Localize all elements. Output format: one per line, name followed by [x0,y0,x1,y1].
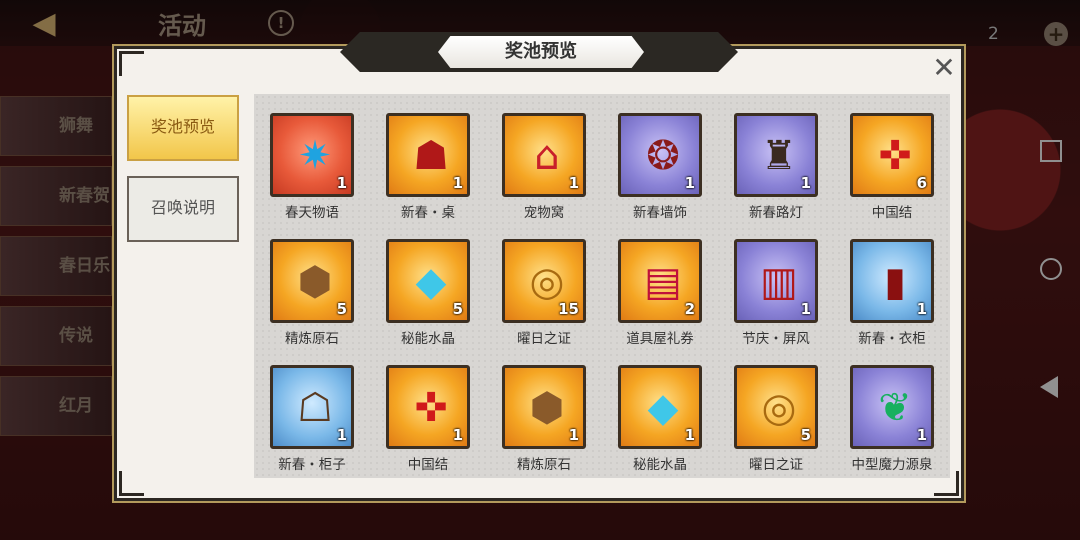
reward-card[interactable]: ❂ 1 [618,113,702,197]
reward-quantity: 1 [684,426,695,444]
reward-name: 精炼原石 [285,331,339,347]
reward-item[interactable]: ▤ 2 道具屋礼券 [618,239,702,349]
blue-crystal-star-icon: ✷ [298,133,332,179]
reward-card[interactable]: ◆ 1 [618,365,702,449]
reward-name: 新春墙饰 [633,205,687,221]
reward-item[interactable]: ♜ 1 新春路灯 [734,113,818,223]
reward-quantity: 1 [452,174,463,192]
chinese-knot-icon: ✜ [414,385,448,431]
reward-card[interactable]: ❦ 1 [850,365,934,449]
tab-prize-pool[interactable]: 奖池预览 [127,95,239,161]
refined-ore-icon: ⬢ [297,259,333,305]
wardrobe-icon: ▮ [883,259,906,305]
reward-item[interactable]: ❂ 1 新春墙饰 [618,113,702,223]
reward-quantity: 1 [452,426,463,444]
reward-quantity: 1 [800,300,811,318]
reward-quantity: 1 [800,174,811,192]
reward-item[interactable]: ◎ 15 曜日之证 [502,239,586,349]
reward-grid: ✷ 1 春天物语 ☗ 1 新春・桌 ⌂ 1 宠物窝 ❂ 1 新春墙饰 ♜ 1 新春路灯 ✜ 6 中国结 ⬢ 5 精炼原石… [254,94,950,478]
reward-item[interactable]: ▥ 1 节庆・屏风 [734,239,818,349]
reward-card[interactable]: ⌂ 1 [502,113,586,197]
ice-crystal-icon: ◆ [415,259,447,305]
reward-quantity: 1 [568,174,579,192]
reward-quantity: 1 [916,426,927,444]
corner-ornament [119,51,144,76]
reward-name: 曜日之证 [517,331,571,347]
reward-card[interactable]: ⬢ 5 [270,239,354,323]
reward-name: 新春路灯 [749,205,803,221]
pet-bed-icon: ⌂ [534,133,560,179]
reward-card[interactable]: ✜ 1 [386,365,470,449]
reward-quantity: 5 [336,300,347,318]
reward-item[interactable]: ⬢ 5 精炼原石 [270,239,354,349]
reward-item[interactable]: ✷ 1 春天物语 [270,113,354,223]
reward-quantity: 15 [558,300,579,318]
reward-quantity: 1 [336,426,347,444]
reward-item[interactable]: ☗ 1 新春・桌 [386,113,470,223]
reward-card[interactable]: ◆ 5 [386,239,470,323]
refined-ore-icon: ⬢ [529,385,565,431]
sun-medal-icon: ◎ [761,385,797,431]
reward-name: 精炼原石 [517,457,571,473]
reward-name: 中型魔力源泉 [851,457,933,473]
reward-quantity: 1 [916,300,927,318]
reward-item[interactable]: ✜ 1 中国结 [386,365,470,475]
folding-screen-icon: ▥ [760,259,798,305]
reward-quantity: 5 [452,300,463,318]
reward-item[interactable]: ⬢ 1 精炼原石 [502,365,586,475]
reward-item[interactable]: ◎ 5 曜日之证 [734,365,818,475]
reward-card[interactable]: ☗ 1 [386,113,470,197]
reward-card[interactable]: ✷ 1 [270,113,354,197]
reward-card[interactable]: ▮ 1 [850,239,934,323]
reward-card[interactable]: ▥ 1 [734,239,818,323]
reward-card[interactable]: ◎ 15 [502,239,586,323]
reward-item[interactable]: ◆ 1 秘能水晶 [618,365,702,475]
mana-fountain-icon: ❦ [878,385,912,431]
lion-table-icon: ☗ [413,133,449,179]
reward-card[interactable]: ♜ 1 [734,113,818,197]
wall-ornament-icon: ❂ [646,133,680,179]
shop-voucher-icon: ▤ [644,259,682,305]
reward-name: 宠物窝 [523,205,565,221]
reward-name: 秘能水晶 [401,331,455,347]
close-button[interactable]: ✕ [930,54,958,82]
street-lamp-icon: ♜ [761,133,797,179]
reward-name: 新春・柜子 [278,457,346,473]
reward-name: 节庆・屏风 [742,331,810,347]
reward-quantity: 1 [336,174,347,192]
reward-card[interactable]: ☖ 1 [270,365,354,449]
reward-item[interactable]: ⌂ 1 宠物窝 [502,113,586,223]
reward-name: 道具屋礼券 [626,331,694,347]
reward-item[interactable]: ☖ 1 新春・柜子 [270,365,354,475]
reward-quantity: 5 [800,426,811,444]
reward-item[interactable]: ❦ 1 中型魔力源泉 [850,365,934,475]
reward-name: 新春・桌 [401,205,455,221]
ice-crystal-icon: ◆ [647,385,679,431]
reward-card[interactable]: ▤ 2 [618,239,702,323]
modal-title: 奖池预览 [438,36,644,68]
reward-item[interactable]: ▮ 1 新春・衣柜 [850,239,934,349]
reward-quantity: 6 [916,174,927,192]
reward-card[interactable]: ◎ 5 [734,365,818,449]
reward-card[interactable]: ✜ 6 [850,113,934,197]
reward-item[interactable]: ✜ 6 中国结 [850,113,934,223]
tab-summon-info[interactable]: 召唤说明 [127,176,239,242]
reward-quantity: 1 [684,174,695,192]
reward-name: 中国结 [871,205,913,221]
chinese-knot-icon: ✜ [878,133,912,179]
reward-quantity: 2 [684,300,695,318]
reward-card[interactable]: ⬢ 1 [502,365,586,449]
reward-name: 秘能水晶 [633,457,687,473]
reward-name: 新春・衣柜 [858,331,926,347]
cabinet-icon: ☖ [297,385,333,431]
reward-item[interactable]: ◆ 5 秘能水晶 [386,239,470,349]
reward-name: 春天物语 [285,205,339,221]
reward-name: 曜日之证 [749,457,803,473]
corner-ornament [119,471,144,496]
reward-name: 中国结 [407,457,449,473]
reward-quantity: 1 [568,426,579,444]
